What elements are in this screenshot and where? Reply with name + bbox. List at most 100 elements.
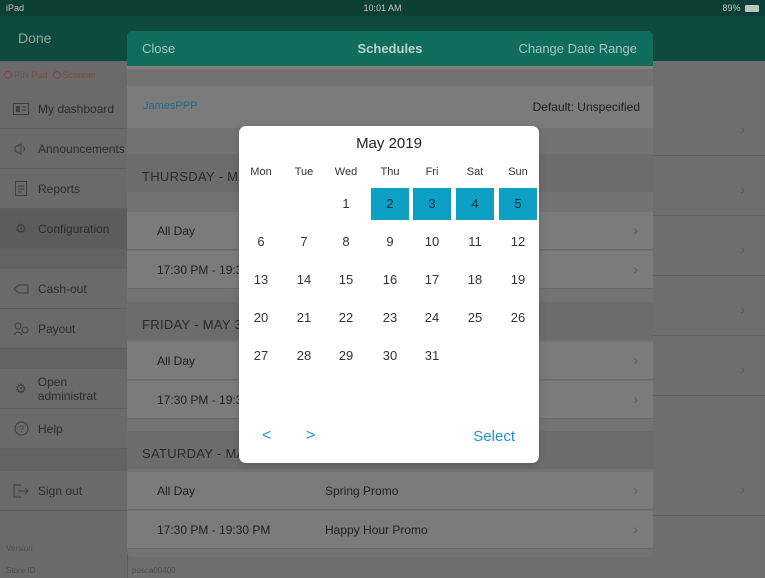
calendar-day[interactable]: 19 bbox=[499, 264, 537, 296]
sidebar-item-label: Reports bbox=[38, 181, 81, 196]
calendar-day[interactable]: 15 bbox=[327, 264, 365, 296]
day-header-label: SATURDAY - MA bbox=[142, 446, 246, 461]
weekday-label: Thu bbox=[380, 166, 400, 178]
chevron-right-icon: › bbox=[740, 361, 745, 377]
calendar-day[interactable]: 24 bbox=[413, 302, 451, 334]
sidebar-item-dashboard[interactable]: My dashboard bbox=[0, 89, 128, 129]
calendar-day[interactable]: 14 bbox=[285, 264, 323, 296]
weekday-label: Wed bbox=[334, 166, 358, 178]
sidebar-item-announcements[interactable]: Announcements bbox=[0, 129, 128, 169]
scanner-label[interactable]: Scanner bbox=[63, 70, 97, 80]
calendar-day[interactable]: 1 bbox=[327, 188, 365, 220]
calendar-day[interactable]: 26 bbox=[499, 302, 537, 334]
sidebar-item-label: Cash-out bbox=[38, 281, 87, 296]
user-row: JamesPPP Default: Unspecified bbox=[127, 86, 653, 128]
sidebar-item-cash-out[interactable]: Cash-out bbox=[0, 269, 128, 309]
cash-icon bbox=[12, 281, 30, 297]
schedule-row[interactable]: 17:30 PM - 19:30 PM Happy Hour Promo › bbox=[127, 511, 653, 549]
schedule-time: 17:30 PM - 19:3 bbox=[157, 393, 243, 407]
weekday-label: Tue bbox=[294, 166, 314, 178]
help-icon: ? bbox=[12, 421, 30, 437]
list-item: › bbox=[653, 461, 765, 516]
sidebar: PIN Pad Scanner My dashboard Announcemen… bbox=[0, 61, 176, 578]
user-name[interactable]: JamesPPP bbox=[143, 100, 197, 112]
calendar-day[interactable]: 31 bbox=[413, 340, 451, 372]
chevron-right-icon: › bbox=[740, 241, 745, 257]
pin-pad-label[interactable]: PIN Pad bbox=[14, 70, 48, 80]
calendar-day[interactable]: 5 bbox=[499, 188, 537, 220]
sidebar-divider bbox=[0, 349, 128, 369]
calendar-day[interactable]: 28 bbox=[285, 340, 323, 372]
select-button[interactable]: Select bbox=[473, 428, 515, 445]
calendar-day[interactable]: 18 bbox=[456, 264, 494, 296]
input-mode-row: PIN Pad Scanner bbox=[4, 70, 96, 80]
schedule-time: All Day bbox=[157, 354, 196, 368]
calendar-month-title: May 2019 bbox=[356, 135, 422, 152]
sidebar-item-payout[interactable]: Payout bbox=[0, 309, 128, 349]
sign-out-icon bbox=[12, 483, 30, 499]
battery-percent: 89% bbox=[722, 3, 741, 13]
change-date-range-button[interactable]: Change Date Range bbox=[518, 41, 637, 56]
chevron-right-icon: › bbox=[740, 481, 745, 497]
calendar-day[interactable]: 17 bbox=[413, 264, 451, 296]
megaphone-icon bbox=[12, 141, 30, 157]
calendar-day[interactable]: 11 bbox=[456, 226, 494, 258]
calendar-day[interactable]: 9 bbox=[371, 226, 409, 258]
calendar-day[interactable]: 22 bbox=[327, 302, 365, 334]
list-item: › bbox=[653, 341, 765, 396]
sidebar-item-label: Payout bbox=[38, 321, 76, 336]
done-button[interactable]: Done bbox=[18, 30, 51, 46]
calendar-day[interactable]: 23 bbox=[371, 302, 409, 334]
sidebar-item-open-administration[interactable]: ⚙ Open administrat bbox=[0, 369, 128, 409]
radio-icon[interactable] bbox=[4, 71, 12, 79]
weekday-label: Mon bbox=[250, 166, 272, 178]
list-item: › bbox=[653, 221, 765, 276]
calendar-day[interactable]: 21 bbox=[285, 302, 323, 334]
svg-text:?: ? bbox=[18, 424, 23, 434]
calendar-day[interactable]: 6 bbox=[242, 226, 280, 258]
default-schedule: Default: Unspecified bbox=[532, 100, 640, 114]
calendar-day[interactable]: 12 bbox=[499, 226, 537, 258]
calendar-day[interactable]: 3 bbox=[413, 188, 451, 220]
day-header-label: THURSDAY - MA bbox=[142, 169, 248, 184]
calendar-day[interactable]: 16 bbox=[371, 264, 409, 296]
battery-status: 89% bbox=[722, 3, 759, 13]
calendar-day[interactable]: 20 bbox=[242, 302, 280, 334]
modal-header: Close Schedules Change Date Range bbox=[127, 31, 653, 66]
sidebar-item-reports[interactable]: Reports bbox=[0, 169, 128, 209]
calendar-day[interactable]: 10 bbox=[413, 226, 451, 258]
schedule-time: All Day bbox=[157, 224, 196, 238]
admin-icon: ⚙ bbox=[15, 380, 27, 396]
sidebar-item-sign-out[interactable]: Sign out bbox=[0, 471, 128, 511]
radio-icon[interactable] bbox=[52, 71, 61, 79]
calendar-day[interactable]: 8 bbox=[327, 226, 365, 258]
calendar-day[interactable]: 29 bbox=[327, 340, 365, 372]
previous-month-button[interactable]: < bbox=[262, 427, 271, 445]
sidebar-item-help[interactable]: ? Help bbox=[0, 409, 128, 449]
weekday-label: Fri bbox=[425, 166, 439, 178]
date-picker: May 2019 Mon Tue Wed Thu Fri Sat Sun 1 2 3 4 5 6 7 8 9 1… bbox=[239, 126, 539, 463]
list-item: › bbox=[653, 101, 765, 156]
schedule-promo: Happy Hour Promo bbox=[325, 523, 428, 537]
schedule-row[interactable]: All Day Spring Promo › bbox=[127, 472, 653, 510]
chevron-right-icon: › bbox=[740, 121, 745, 137]
calendar-day[interactable]: 2 bbox=[371, 188, 409, 220]
sidebar-item-configuration[interactable]: ⚙ Configuration bbox=[0, 209, 128, 249]
calendar-day[interactable]: 4 bbox=[456, 188, 494, 220]
calendar-day[interactable]: 7 bbox=[285, 226, 323, 258]
chevron-right-icon: › bbox=[633, 222, 638, 238]
calendar-day[interactable]: 30 bbox=[371, 340, 409, 372]
sidebar-item-label: My dashboard bbox=[38, 101, 115, 116]
schedule-time: All Day bbox=[157, 484, 196, 498]
sidebar-item-label: Configuration bbox=[38, 221, 110, 236]
version-label: Version bbox=[6, 544, 33, 553]
header-divider bbox=[127, 66, 653, 69]
calendar-day[interactable]: 13 bbox=[242, 264, 280, 296]
calendar-day[interactable]: 25 bbox=[456, 302, 494, 334]
schedule-promo: Spring Promo bbox=[325, 484, 399, 498]
store-id-value: posca00400 bbox=[132, 566, 176, 575]
chevron-right-icon: › bbox=[740, 181, 745, 197]
next-month-button[interactable]: > bbox=[306, 427, 315, 445]
weekday-label: Sun bbox=[508, 166, 528, 178]
calendar-day[interactable]: 27 bbox=[242, 340, 280, 372]
